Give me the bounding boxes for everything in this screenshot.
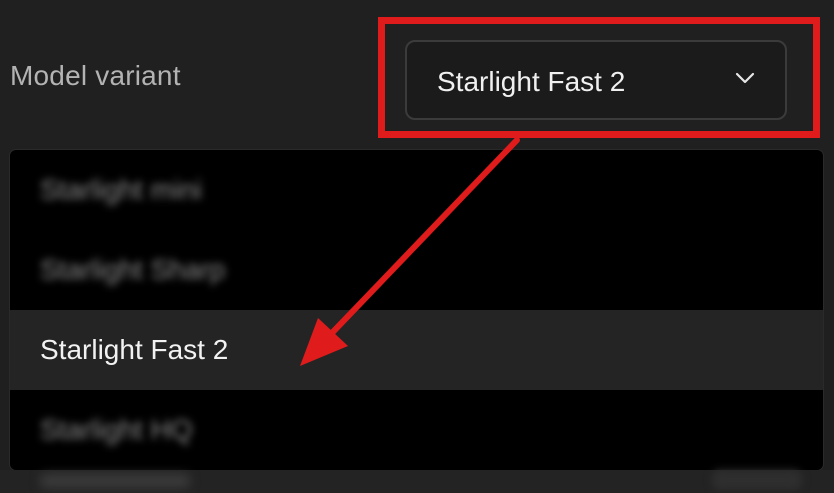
dropdown-option-starlight-hq[interactable]: Starlight HQ xyxy=(10,390,823,470)
blurred-background-text xyxy=(40,474,190,488)
dropdown-option-starlight-mini[interactable]: Starlight mini xyxy=(10,150,823,230)
annotation-highlight-box xyxy=(378,17,820,138)
blurred-background-control xyxy=(712,470,802,490)
dropdown-option-starlight-sharp[interactable]: Starlight Sharp xyxy=(10,230,823,310)
model-variant-setting-row: Model variant Starlight Fast 2 xyxy=(0,0,834,150)
option-label: Starlight HQ xyxy=(40,414,193,445)
model-variant-label: Model variant xyxy=(10,60,181,91)
option-label: Starlight mini xyxy=(40,174,202,205)
model-variant-dropdown: Starlight mini Starlight Sharp Starlight… xyxy=(10,150,823,470)
dropdown-option-starlight-fast-2[interactable]: Starlight Fast 2 xyxy=(10,310,823,390)
option-label: Starlight Sharp xyxy=(40,254,226,285)
option-label: Starlight Fast 2 xyxy=(40,334,229,365)
